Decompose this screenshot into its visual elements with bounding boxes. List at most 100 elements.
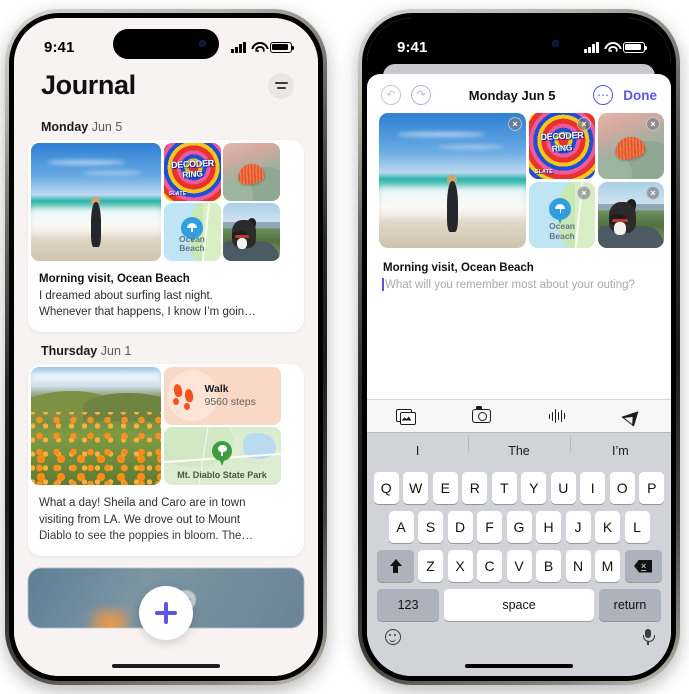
emoji-icon[interactable] bbox=[385, 629, 401, 645]
key-w[interactable]: W bbox=[403, 472, 429, 504]
key-d[interactable]: D bbox=[447, 511, 473, 543]
undo-icon[interactable]: ↶ bbox=[381, 85, 401, 105]
wifi-icon bbox=[251, 42, 265, 53]
entry-text-block: Morning visit, Ocean Beach I dreamed abo… bbox=[28, 264, 304, 332]
key-t[interactable]: T bbox=[491, 472, 517, 504]
predictive-text-bar: I The I’m bbox=[367, 433, 671, 468]
home-indicator[interactable] bbox=[465, 663, 573, 668]
state-park-map-card[interactable]: Mt. Diablo State Park bbox=[163, 427, 281, 485]
key-o[interactable]: O bbox=[609, 472, 635, 504]
key-p[interactable]: P bbox=[639, 472, 665, 504]
remove-media-button[interactable]: × bbox=[646, 117, 660, 131]
prediction-1[interactable]: The bbox=[468, 435, 569, 458]
prediction-2[interactable]: I’m bbox=[569, 435, 671, 458]
map-card-label: Mt. Diablo State Park bbox=[177, 469, 267, 480]
key-c[interactable]: C bbox=[477, 550, 502, 582]
footsteps-icon bbox=[171, 382, 198, 411]
key-i[interactable]: I bbox=[580, 472, 606, 504]
map-label-line2: Beach bbox=[549, 230, 575, 241]
section-day: Monday bbox=[41, 120, 89, 134]
decoder-ring-podcast-art[interactable]: DECODER RING SLATE bbox=[163, 143, 221, 201]
podcast-title-line2: RING bbox=[551, 142, 573, 155]
key-u[interactable]: U bbox=[550, 472, 576, 504]
key-n[interactable]: N bbox=[565, 550, 591, 582]
dog-in-car-photo[interactable]: × bbox=[598, 182, 664, 248]
key-m[interactable]: M bbox=[595, 550, 620, 582]
remove-media-button[interactable]: × bbox=[577, 186, 591, 200]
walk-activity-card[interactable]: Walk 9560 steps bbox=[163, 367, 281, 425]
ellipsis-icon[interactable]: ⋯ bbox=[593, 85, 614, 105]
return-key[interactable]: return bbox=[599, 589, 661, 621]
editor-title: Monday Jun 5 bbox=[468, 87, 556, 103]
key-z[interactable]: Z bbox=[418, 550, 443, 582]
podcast-publisher: SLATE bbox=[168, 191, 187, 198]
key-k[interactable]: K bbox=[595, 511, 620, 543]
keyboard-row-4: 123 space return bbox=[369, 589, 669, 621]
microphone-icon[interactable] bbox=[643, 629, 655, 645]
key-g[interactable]: G bbox=[506, 511, 532, 543]
ocean-beach-map[interactable]: Ocean Beach bbox=[163, 203, 221, 261]
key-x[interactable]: X bbox=[447, 550, 473, 582]
key-h[interactable]: H bbox=[536, 511, 561, 543]
key-f[interactable]: F bbox=[477, 511, 502, 543]
keyboard-row-2: A S D F G H J K L bbox=[369, 511, 669, 543]
key-q[interactable]: Q bbox=[373, 472, 399, 504]
space-key[interactable]: space bbox=[444, 589, 594, 621]
section-day: Thursday bbox=[41, 344, 98, 359]
poppy-field-photo[interactable] bbox=[31, 367, 161, 486]
filter-icon[interactable] bbox=[268, 72, 294, 99]
remove-media-button[interactable]: × bbox=[646, 186, 660, 200]
status-indicators bbox=[584, 41, 647, 53]
entry-media-grid: Walk 9560 steps Mt. Diablo State Park bbox=[28, 364, 304, 488]
text-caret bbox=[382, 278, 384, 292]
entry-text-block: What a day! Sheila and Caro are in town … bbox=[28, 488, 304, 556]
walk-card-title: Walk bbox=[204, 382, 229, 395]
key-b[interactable]: B bbox=[536, 550, 561, 582]
location-button[interactable] bbox=[595, 405, 671, 427]
prediction-0[interactable]: I bbox=[367, 444, 468, 458]
wifi-icon bbox=[604, 42, 618, 53]
seashell-photo[interactable]: × bbox=[598, 113, 664, 179]
done-button[interactable]: Done bbox=[623, 88, 657, 103]
editor-placeholder[interactable]: What will you remember most about your o… bbox=[382, 277, 655, 294]
key-v[interactable]: V bbox=[506, 550, 532, 582]
numbers-key[interactable]: 123 bbox=[377, 589, 439, 621]
key-l[interactable]: L bbox=[624, 511, 650, 543]
status-time: 9:41 bbox=[44, 38, 75, 56]
key-r[interactable]: R bbox=[462, 472, 488, 504]
camera-button[interactable] bbox=[443, 406, 519, 423]
backspace-key[interactable]: × bbox=[624, 550, 662, 582]
left-phone-screen: 9:41 Journal Monday Jun 5 DECODER RING S… bbox=[14, 18, 318, 676]
home-indicator[interactable] bbox=[112, 663, 220, 668]
remove-media-button[interactable]: × bbox=[508, 117, 522, 131]
dog-in-car-photo[interactable] bbox=[223, 203, 280, 261]
editor-text-area[interactable]: Morning visit, Ocean Beach What will you… bbox=[367, 248, 671, 294]
backspace-icon: × bbox=[634, 560, 652, 573]
photos-button[interactable] bbox=[367, 408, 443, 425]
map-label-line2: Beach bbox=[179, 243, 205, 254]
photos-icon bbox=[395, 408, 416, 425]
audio-button[interactable] bbox=[519, 409, 595, 423]
ocean-beach-map[interactable]: × Ocean Beach bbox=[529, 182, 595, 248]
shift-key[interactable] bbox=[376, 550, 414, 582]
journal-entry-card-monday[interactable]: DECODER RING SLATE Ocean Beach Morning v… bbox=[28, 140, 304, 333]
surfer-beach-photo[interactable]: × bbox=[379, 113, 526, 248]
key-e[interactable]: E bbox=[432, 472, 458, 504]
surfer-beach-photo[interactable] bbox=[31, 143, 161, 261]
editor-toolbar-top: ↶ ↷ Monday Jun 5 ⋯ Done bbox=[367, 74, 671, 113]
journal-app: 9:41 Journal Monday Jun 5 DECODER RING S… bbox=[14, 18, 318, 676]
entry-media-grid: DECODER RING SLATE Ocean Beach bbox=[28, 140, 304, 264]
editor-attachment-toolbar bbox=[367, 399, 671, 433]
key-y[interactable]: Y bbox=[521, 472, 547, 504]
journal-entry-card-thursday[interactable]: Walk 9560 steps Mt. Diablo State Park Wh… bbox=[28, 364, 304, 557]
remove-media-button[interactable]: × bbox=[577, 117, 591, 131]
key-a[interactable]: A bbox=[388, 511, 414, 543]
key-j[interactable]: J bbox=[565, 511, 591, 543]
decoder-ring-podcast-art[interactable]: × DECODER RING SLATE bbox=[529, 113, 595, 179]
redo-icon[interactable]: ↷ bbox=[411, 85, 431, 105]
seashell-photo[interactable] bbox=[223, 143, 280, 201]
battery-icon bbox=[270, 41, 294, 53]
add-entry-button[interactable] bbox=[139, 586, 193, 640]
key-s[interactable]: S bbox=[418, 511, 443, 543]
right-phone-bezel: 9:41 ↶ ↷ Monday Jun 5 ⋯ Done × × DECODER… bbox=[362, 13, 676, 681]
